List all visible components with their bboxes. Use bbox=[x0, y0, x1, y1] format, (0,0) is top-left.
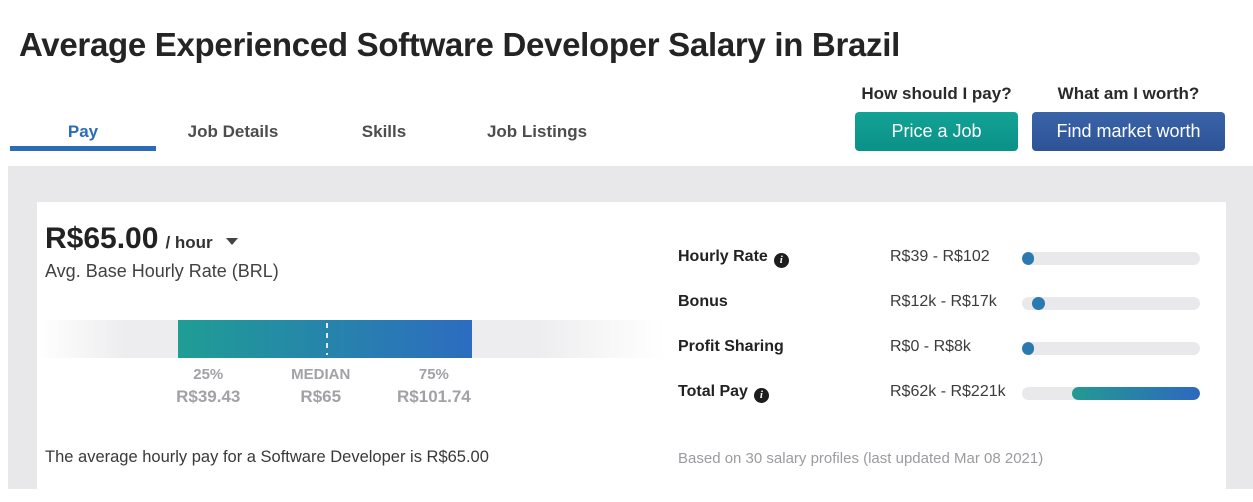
total-pay-bar bbox=[1022, 387, 1200, 400]
percentile-25-label: 25% bbox=[193, 366, 224, 383]
info-icon[interactable]: i bbox=[773, 253, 789, 268]
percentile-median: MEDIAN R$65 bbox=[291, 366, 350, 407]
tab-job-details[interactable]: Job Details bbox=[180, 122, 286, 151]
hourly-rate-label: Hourly Rate i bbox=[678, 248, 789, 268]
percentile-25: 25% R$39.43 bbox=[176, 366, 240, 407]
profit-sharing-label: Profit Sharingi bbox=[678, 338, 784, 355]
pay-row-hourly-rate: Hourly Rate i R$39 - R$102 bbox=[678, 244, 1208, 274]
chevron-down-icon[interactable] bbox=[225, 238, 238, 245]
percentile-75-value: R$101.74 bbox=[397, 387, 471, 406]
tab-job-listings[interactable]: Job Listings bbox=[478, 122, 596, 151]
percentile-25-value: R$39.43 bbox=[176, 387, 241, 406]
avg-hourly-rate-value: R$65.00 bbox=[45, 222, 159, 255]
what-am-i-worth-label: What am I worth? bbox=[1057, 84, 1200, 103]
tab-pay[interactable]: Pay bbox=[10, 122, 156, 151]
hourly-rate-bar bbox=[1022, 252, 1200, 265]
total-pay-bar-fill bbox=[1071, 387, 1200, 400]
page: Average Experienced Software Developer S… bbox=[0, 0, 1253, 502]
avg-rate-row: R$65.00 / hour bbox=[45, 222, 238, 256]
bonus-bar bbox=[1022, 297, 1200, 310]
pay-row-profit-sharing: Profit Sharingi R$0 - R$8k bbox=[678, 334, 1208, 364]
total-pay-label: Total Pay i bbox=[678, 383, 769, 403]
profiles-footnote: Based on 30 salary profiles (last update… bbox=[678, 450, 1044, 467]
tab-skills[interactable]: Skills bbox=[352, 122, 416, 151]
percentile-median-label: MEDIAN bbox=[291, 366, 351, 383]
salary-range-bar bbox=[37, 320, 662, 358]
bonus-range: R$12k - R$17k bbox=[890, 293, 997, 310]
total-pay-range: R$62k - R$221k bbox=[890, 383, 1006, 400]
avg-rate-subtitle: Avg. Base Hourly Rate (BRL) bbox=[45, 261, 279, 281]
page-title: Average Experienced Software Developer S… bbox=[19, 26, 900, 63]
median-marker bbox=[325, 323, 328, 355]
profit-sharing-bar-fill bbox=[1022, 342, 1035, 355]
pay-row-total-pay: Total Pay i R$62k - R$221k bbox=[678, 379, 1208, 409]
hourly-rate-bar-fill bbox=[1022, 252, 1034, 265]
bonus-bar-fill bbox=[1031, 297, 1046, 310]
salary-card: R$65.00 / hour Avg. Base Hourly Rate (BR… bbox=[37, 202, 1226, 502]
profit-sharing-range: R$0 - R$8k bbox=[890, 338, 971, 355]
salary-summary-text: The average hourly pay for a Software De… bbox=[45, 448, 489, 466]
profit-sharing-bar bbox=[1022, 342, 1200, 355]
percentile-75-label: 75% bbox=[418, 366, 449, 383]
percentile-median-value: R$65 bbox=[300, 387, 342, 406]
info-icon[interactable]: i bbox=[753, 388, 769, 403]
percentile-75: 75% R$101.74 bbox=[397, 366, 471, 407]
pay-row-bonus: Bonusi R$12k - R$17k bbox=[678, 289, 1208, 319]
content-background: R$65.00 / hour Avg. Base Hourly Rate (BR… bbox=[8, 166, 1253, 502]
how-should-i-pay-label: How should I pay? bbox=[861, 84, 1012, 103]
find-market-worth-button[interactable]: Find market worth bbox=[1032, 112, 1225, 151]
rate-unit-label: / hour bbox=[165, 233, 213, 252]
bonus-label: Bonusi bbox=[678, 293, 728, 310]
price-a-job-button[interactable]: Price a Job bbox=[855, 112, 1018, 151]
percentile-labels: 25% R$39.43 MEDIAN R$65 75% R$101.74 bbox=[37, 366, 662, 414]
hourly-rate-range: R$39 - R$102 bbox=[890, 248, 990, 265]
